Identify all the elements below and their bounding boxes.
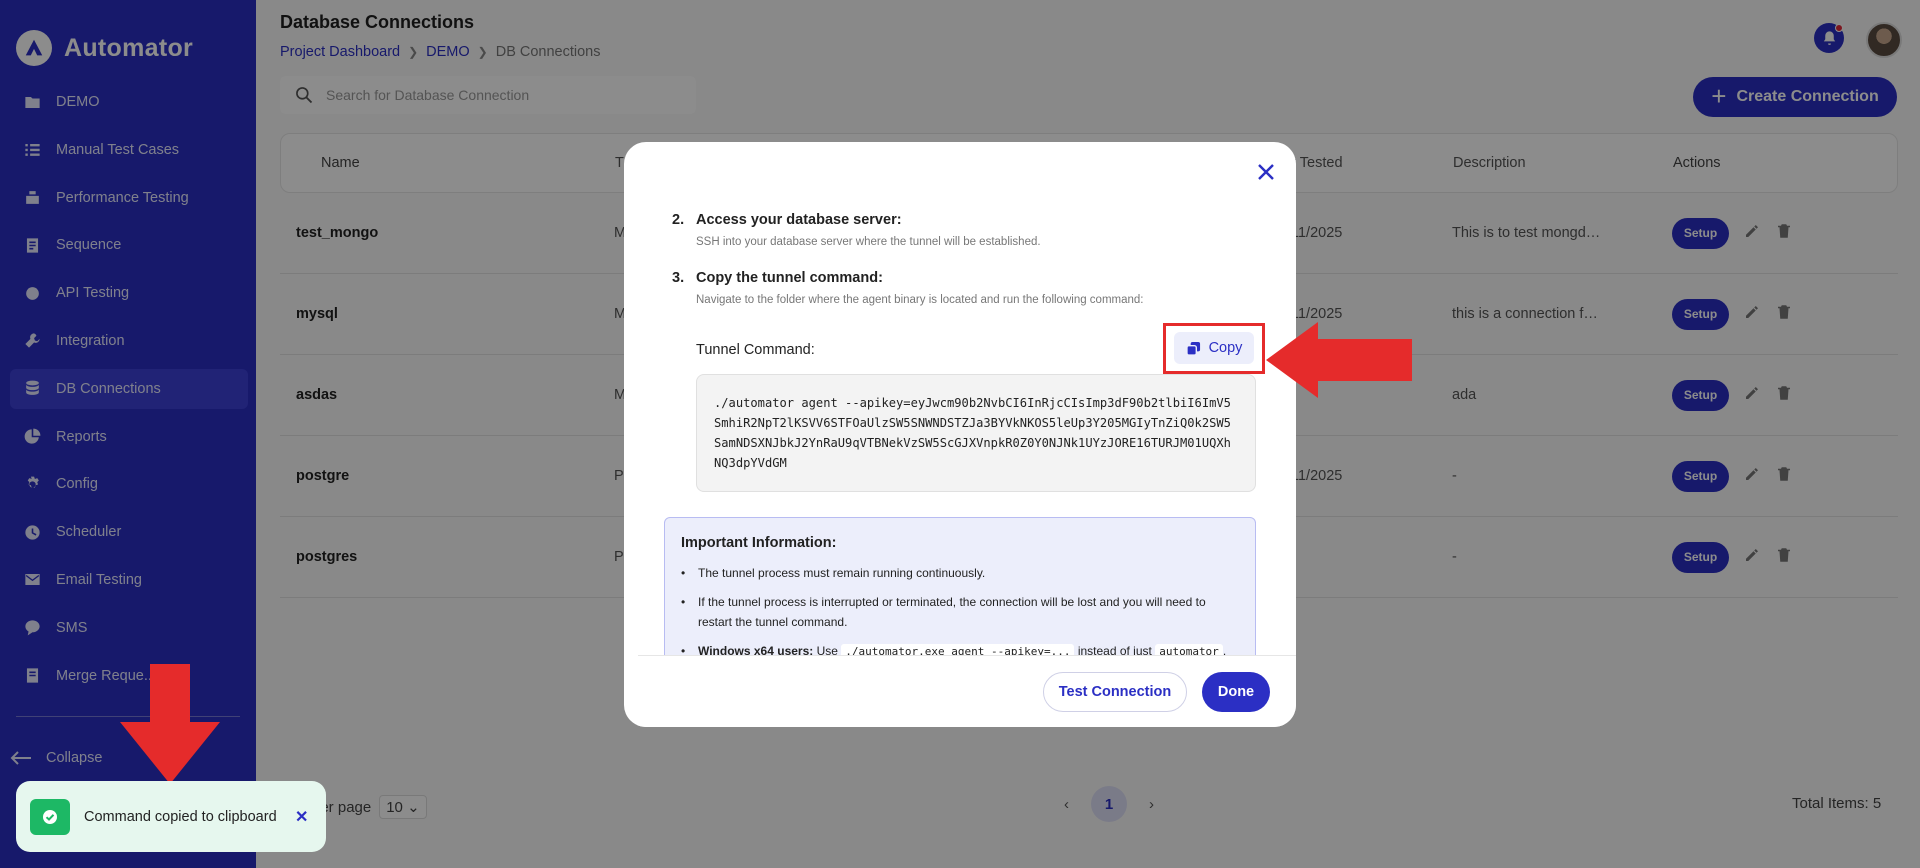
close-modal-button[interactable]	[1256, 162, 1280, 186]
close-icon	[1258, 164, 1274, 180]
toast-message: Command copied to clipboard	[84, 808, 277, 825]
tunnel-command-label: Tunnel Command:	[696, 342, 815, 358]
setup-tunnel-modal: 2. Access your database server: SSH into…	[624, 142, 1296, 727]
toast-close-icon[interactable]: ✕	[295, 807, 308, 827]
info-item: If the tunnel process is interrupted or …	[681, 592, 1239, 632]
step-description: SSH into your database server where the …	[696, 236, 1041, 248]
info-item: The tunnel process must remain running c…	[681, 563, 1239, 583]
setup-steps: 2. Access your database server: SSH into…	[672, 212, 1252, 328]
step-description: Navigate to the folder where the agent b…	[696, 294, 1144, 306]
test-connection-button[interactable]: Test Connection	[1043, 672, 1187, 712]
step-access-server: 2. Access your database server: SSH into…	[672, 212, 1252, 248]
info-title: Important Information:	[681, 535, 837, 551]
step-number: 2.	[672, 212, 685, 228]
tunnel-command-code[interactable]: ./automator agent --apikey=eyJwcm90b2Nvb…	[696, 374, 1256, 492]
modal-footer: Test Connection Done	[638, 655, 1296, 727]
step-number: 3.	[672, 270, 685, 286]
info-list: The tunnel process must remain running c…	[681, 563, 1239, 662]
copied-toast: Command copied to clipboard ✕	[16, 781, 326, 852]
step-copy-command: 3. Copy the tunnel command: Navigate to …	[672, 270, 1252, 306]
step-title: Access your database server:	[696, 212, 902, 228]
check-icon	[30, 798, 70, 835]
copy-button-highlight	[1163, 323, 1265, 374]
step-title: Copy the tunnel command:	[696, 270, 883, 286]
done-button[interactable]: Done	[1202, 672, 1270, 712]
annotation-arrow-down-icon	[120, 664, 220, 784]
annotation-arrow-left-icon	[1266, 322, 1412, 398]
